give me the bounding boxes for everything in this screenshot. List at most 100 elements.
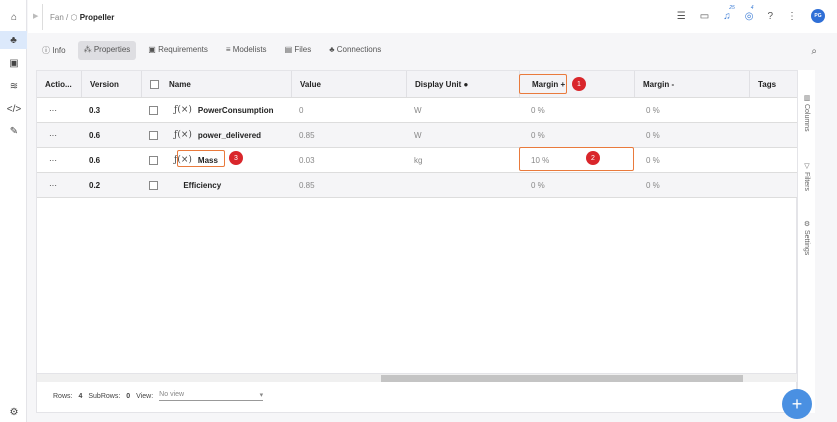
chat-icon[interactable]: ▭ — [700, 11, 709, 22]
table-row[interactable]: ··· 0.6 ƒ(×) Mass 0.03 kg 10 % 0 % — [37, 148, 798, 173]
col-actions[interactable]: Actio... — [37, 71, 81, 97]
table-row[interactable]: ··· 0.6 ƒ(×) power_delivered 0.85 W 0 % 0… — [37, 123, 798, 148]
highlight-mass-margin — [519, 147, 634, 171]
subrows-count: 0 — [126, 392, 131, 400]
version: 0.3 — [89, 105, 101, 115]
value[interactable]: 0.03 — [291, 148, 406, 172]
col-version[interactable]: Version — [81, 71, 141, 97]
add-button[interactable]: + — [782, 389, 812, 419]
chevron-down-icon: ▾ — [259, 392, 264, 399]
col-tags[interactable]: Tags — [749, 71, 798, 97]
properties-table: Actio... Version Name Value Display Unit… — [36, 70, 798, 413]
function-icon: ƒ(×) — [174, 105, 192, 115]
margin-plus[interactable]: 0 % — [519, 173, 634, 197]
search-icon[interactable]: ⌕ — [811, 46, 817, 57]
value[interactable]: 0 — [291, 98, 406, 122]
function-icon: ƒ(×) — [174, 130, 192, 140]
filters-panel-button[interactable]: ▽ Filters — [802, 162, 810, 191]
col-value[interactable]: Value — [291, 71, 406, 97]
settings-icon[interactable]: ⚙ — [4, 403, 24, 421]
horizontal-scrollbar[interactable] — [37, 373, 798, 382]
scrollbar-thumb[interactable] — [381, 375, 743, 382]
view-label: View: — [136, 392, 154, 400]
info-icon: ● — [463, 79, 469, 89]
structure-icon[interactable]: ♣ — [0, 31, 27, 49]
tab-requirements[interactable]: ▣ Requirements — [142, 41, 214, 60]
chart-icon[interactable]: ≋ — [4, 77, 24, 95]
left-sidebar: ⌂ ♣ ▣ ≋ </> ✎ ⚙ — [0, 0, 27, 422]
margin-minus[interactable]: 0 % — [634, 173, 749, 197]
rows-label: Rows: — [53, 392, 73, 400]
value[interactable]: 0.85 — [291, 123, 406, 147]
row-checkbox[interactable] — [149, 105, 158, 115]
code-icon[interactable]: </> — [4, 100, 24, 118]
display-unit[interactable]: kg — [406, 148, 519, 172]
annotation-marker: 2 — [586, 151, 600, 165]
property-name[interactable]: power_delivered — [198, 131, 261, 140]
tab-bar: ⓘ Info ⁂ Properties ▣ Requirements ≡ Mod… — [36, 41, 387, 60]
cube-icon: ⬡ — [70, 13, 78, 22]
select-all-checkbox[interactable] — [150, 79, 159, 89]
highlight-margin-plus-header — [519, 74, 567, 94]
col-margin-minus[interactable]: Margin - — [634, 71, 749, 97]
margin-plus[interactable]: 0 % — [519, 123, 634, 147]
tab-modelists[interactable]: ≡ Modelists — [220, 41, 273, 60]
margin-plus[interactable]: 0 % — [519, 98, 634, 122]
view-select[interactable]: No view ▾ — [159, 391, 264, 401]
version: 0.2 — [89, 180, 101, 190]
pen-icon[interactable]: ✎ — [4, 122, 24, 140]
top-bar: ▶ Fan / ⬡ Propeller ☰ ▭ ♫ 25 ◎ 4 ? ⋮ PG — [28, 0, 837, 33]
expand-icon[interactable]: ▶ — [33, 12, 38, 20]
name-cell: ƒ(×) PowerConsumption — [141, 98, 291, 122]
margin-minus[interactable]: 0 % — [634, 148, 749, 172]
breadcrumb-current: Propeller — [79, 13, 115, 22]
row-actions-button[interactable]: ··· — [37, 148, 81, 172]
table-row[interactable]: ··· 0.3 ƒ(×) PowerConsumption 0 W 0 % 0 % — [37, 98, 798, 123]
row-actions-button[interactable]: ··· — [37, 173, 81, 197]
table-header: Actio... Version Name Value Display Unit… — [37, 71, 798, 98]
value[interactable]: 0.85 — [291, 173, 406, 197]
settings-panel-button[interactable]: ⚙ Settings — [802, 220, 810, 255]
list-icon[interactable]: ☰ — [677, 11, 686, 22]
margin-minus[interactable]: 0 % — [634, 123, 749, 147]
columns-panel-button[interactable]: ▥ Columns — [802, 94, 810, 132]
annotation-marker: 3 — [229, 151, 243, 165]
col-display-unit[interactable]: Display Unit ● — [406, 71, 519, 97]
name-cell: ƒ(×) power_delivered — [141, 123, 291, 147]
breadcrumb-parent[interactable]: Fan — [50, 13, 64, 22]
row-checkbox[interactable] — [149, 130, 158, 140]
display-unit[interactable]: W — [406, 123, 519, 147]
display-unit[interactable] — [406, 173, 519, 197]
margin-minus[interactable]: 0 % — [634, 98, 749, 122]
tab-connections[interactable]: ♣ Connections — [323, 41, 387, 60]
row-actions-button[interactable]: ··· — [37, 98, 81, 122]
row-checkbox[interactable] — [149, 155, 158, 165]
display-unit[interactable]: W — [406, 98, 519, 122]
tab-properties[interactable]: ⁂ Properties — [77, 41, 137, 60]
tab-info[interactable]: ⓘ Info — [36, 41, 72, 60]
row-actions-button[interactable]: ··· — [37, 123, 81, 147]
table-footer: Rows: 4 SubRows: 0 View: No view ▾ — [53, 391, 264, 401]
rows-count: 4 — [78, 392, 83, 400]
tab-files[interactable]: ▤ Files — [279, 41, 318, 60]
col-name[interactable]: Name — [141, 71, 291, 97]
side-tool-panel: ▥ Columns ▽ Filters ⚙ Settings — [797, 70, 815, 413]
tasks-icon[interactable]: ◎ 4 — [745, 5, 754, 22]
help-icon[interactable]: ? — [767, 11, 773, 22]
name-cell: fEfficiency — [141, 173, 291, 197]
notifications-badge: 25 — [729, 4, 735, 11]
clipboard-icon[interactable]: ▣ — [4, 54, 24, 72]
property-name[interactable]: PowerConsumption — [198, 106, 274, 115]
table-row[interactable]: ··· 0.2 fEfficiency 0.85 0 % 0 % — [37, 173, 798, 198]
row-checkbox[interactable] — [149, 180, 158, 190]
home-icon[interactable]: ⌂ — [4, 8, 24, 26]
divider — [42, 4, 43, 30]
bell-icon[interactable]: ♫ 25 — [723, 5, 735, 22]
avatar[interactable]: PG — [811, 9, 825, 23]
property-name[interactable]: Efficiency — [183, 181, 221, 190]
breadcrumb: Fan / ⬡ Propeller — [50, 13, 115, 22]
subrows-label: SubRows: — [88, 392, 121, 400]
tasks-badge: 4 — [750, 4, 754, 11]
more-icon[interactable]: ⋮ — [787, 11, 797, 22]
version: 0.6 — [89, 155, 101, 165]
